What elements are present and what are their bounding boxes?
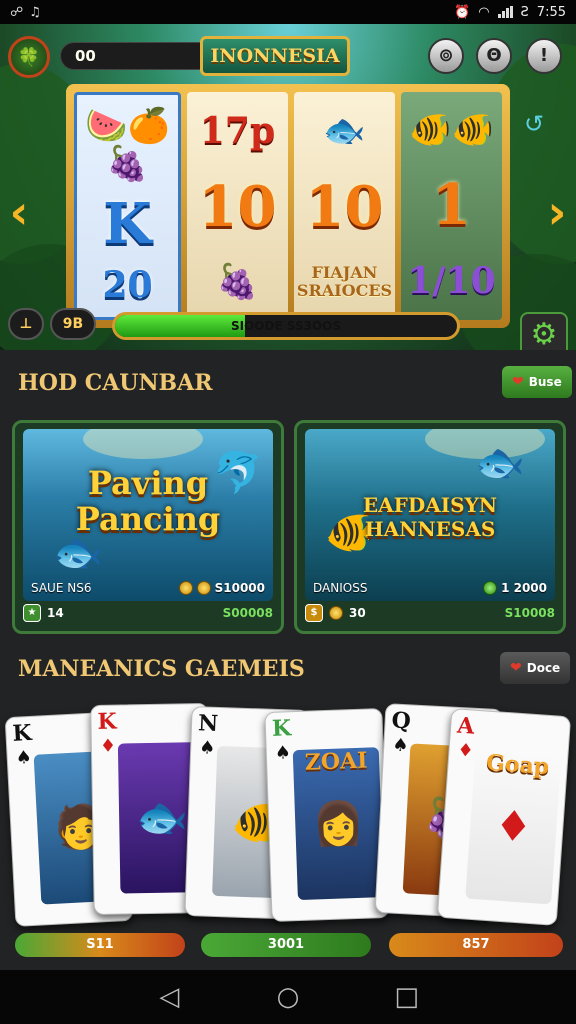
game-title: INONNESIA [200, 36, 350, 76]
value-badge: 3001 [200, 932, 372, 958]
section-title-more: MANEANICS GAEMEIS [18, 656, 305, 682]
one-symbol: 1 [432, 172, 471, 238]
fish-symbol: 🐟 [323, 110, 366, 151]
diamond-icon: ♦ [456, 739, 475, 762]
carrier-label: Ƨ [520, 4, 529, 20]
see-more-button[interactable]: ❤ Buse [502, 366, 572, 398]
bonus-symbol: FIAJAN SRAIOCES [296, 263, 393, 301]
jackpot-progress-bar: SIOODE SS3OOS [112, 312, 460, 340]
coin-icon [329, 606, 343, 620]
fish-icon: 🐟 [475, 440, 525, 486]
spade-icon: ♠ [391, 734, 410, 757]
card-rank: K [11, 719, 33, 747]
section-title-hot: HOD CAUNBAR [18, 370, 213, 396]
value-badge: S11 [14, 932, 186, 958]
heart-icon: ❤ [510, 660, 522, 676]
coin-icon [196, 581, 211, 595]
see-more-label: Buse [528, 375, 562, 389]
auto-button[interactable]: 9B [50, 308, 96, 340]
card-rank: A [456, 712, 476, 740]
wifi-icon: ◠ [478, 4, 490, 20]
previous-arrow-icon[interactable]: ‹ [4, 184, 34, 244]
progress-label: SIOODE SS3OOS [231, 319, 341, 333]
game-card-art: 🐟 🐬 Paving Pancing SAUE NS6 S10000 [23, 429, 273, 601]
refresh-icon[interactable]: ↺ [524, 110, 544, 138]
alarm-icon: ⏰ [454, 4, 471, 20]
card-rank: N [197, 710, 219, 737]
back-icon[interactable]: ◁ [149, 982, 189, 1012]
fruits-symbol: 🍉🍊🍇 [85, 105, 170, 184]
game-card-count: 14 [47, 606, 64, 620]
seventeen-symbol: 17p [199, 110, 276, 152]
ten-symbol-2: 10 [305, 173, 384, 240]
recents-icon[interactable]: □ [387, 982, 427, 1012]
game-card-label: SAUE NS6 [31, 581, 92, 595]
diamond-icon: ♦ [492, 800, 534, 852]
system-nav-bar: ◁ ○ □ [0, 970, 576, 1024]
alert-button[interactable]: ! [526, 38, 562, 74]
reel-4: 🐠🐠 1 1/10 [401, 92, 502, 320]
gear-icon[interactable]: ⚙ [520, 312, 568, 350]
view-all-label: Doce [526, 661, 561, 675]
link-icon: ☍ [10, 4, 24, 20]
bet-button[interactable]: ⊥ [8, 308, 44, 340]
playing-card[interactable]: K ♠ ZOAI 👩 [264, 708, 390, 922]
game-card-coins: 1 2000 [501, 581, 547, 595]
value-badge: 857 [388, 932, 564, 958]
ten-symbol: 10 [198, 174, 277, 240]
top-bar: 🍀 00 INONNESIA ⊚ Θ ! [0, 32, 576, 78]
reel-3: 🐟 10 FIAJAN SRAIOCES [294, 92, 395, 320]
hud-left: ⊥ 9B [8, 308, 96, 340]
clock: 7:55 [536, 4, 566, 20]
coin-icon [483, 581, 498, 595]
coin-icon [178, 581, 193, 595]
slot-game-area: 🍀 00 INONNESIA ⊚ Θ ! ‹ › ↺ 🍉🍊🍇 K 20 17p … [0, 24, 576, 350]
game-card[interactable]: 🐟 🐬 Paving Pancing SAUE NS6 S10000 ★ 14 … [12, 420, 284, 634]
main-content: HOD CAUNBAR ❤ Buse 🐟 🐬 Paving Pancing SA… [0, 350, 576, 970]
card-tag: Goap [485, 749, 551, 780]
card-rank: K [97, 708, 117, 735]
portrait-icon: 👩 [311, 797, 366, 849]
game-card-count: 30 [349, 606, 366, 620]
spade-icon: ♠ [198, 737, 216, 759]
signal-icon [497, 6, 513, 18]
trophy-icon: ★ [23, 604, 41, 622]
reel-2: 17p 10 🍇 [187, 92, 288, 320]
game-card-value: S00008 [222, 606, 273, 620]
home-icon[interactable]: ○ [268, 982, 308, 1012]
card-tag: ZOAI [304, 747, 368, 776]
card-rank: K [271, 715, 292, 742]
fraction-symbol: 1/10 [407, 260, 496, 302]
playing-card[interactable]: A ♦ Goap ♦ [436, 708, 572, 926]
view-all-button[interactable]: ❤ Doce [500, 652, 571, 684]
spade-icon: ♠ [274, 742, 292, 764]
grapes-symbol: 🍇 [216, 262, 259, 302]
game-card[interactable]: 🐟 🐠 EAFDAISYN HANNESAS DANIOSS 1 2000 $ … [294, 420, 566, 634]
game-card-title: EAFDAISYN HANNESAS [362, 493, 498, 541]
spade-icon: ♠ [15, 746, 33, 769]
badge-icon: $ [305, 604, 323, 622]
vibrate-icon: ♫ [29, 4, 41, 20]
goldfish-symbol: 🐠🐠 [409, 110, 494, 150]
heart-icon: ❤ [512, 374, 524, 390]
diamond-icon: ♦ [99, 735, 117, 757]
twenty-symbol: 20 [102, 264, 153, 307]
reel-1: 🍉🍊🍇 K 20 [74, 92, 181, 320]
k-symbol: K [103, 190, 152, 257]
game-card-value: S10008 [504, 606, 555, 620]
balance-display: 00 [60, 42, 220, 70]
game-card-coins: S10000 [214, 581, 265, 595]
avatar[interactable]: 🍀 [8, 36, 50, 78]
coin-button[interactable]: ⊚ [428, 38, 464, 74]
game-card-art: 🐟 🐠 EAFDAISYN HANNESAS DANIOSS 1 2000 [305, 429, 555, 601]
playing-cards-row: K ♠ 🧑 K ♦ 🐟 N ♠ 🐠 K ♠ ZOAI👩 Q ♠ 🍇 A ♦ Go… [0, 700, 576, 960]
game-card-label: DANIOSS [313, 581, 368, 595]
info-button[interactable]: Θ [476, 38, 512, 74]
status-bar: ☍ ♫ ⏰ ◠ Ƨ 7:55 [0, 0, 576, 24]
card-rank: Q [390, 707, 412, 735]
slot-reels: 🍉🍊🍇 K 20 17p 10 🍇 🐟 10 FIAJAN SRAIOCES 🐠… [66, 84, 510, 328]
game-card-title: Paving Pancing [75, 464, 221, 538]
next-arrow-icon[interactable]: › [542, 184, 572, 244]
